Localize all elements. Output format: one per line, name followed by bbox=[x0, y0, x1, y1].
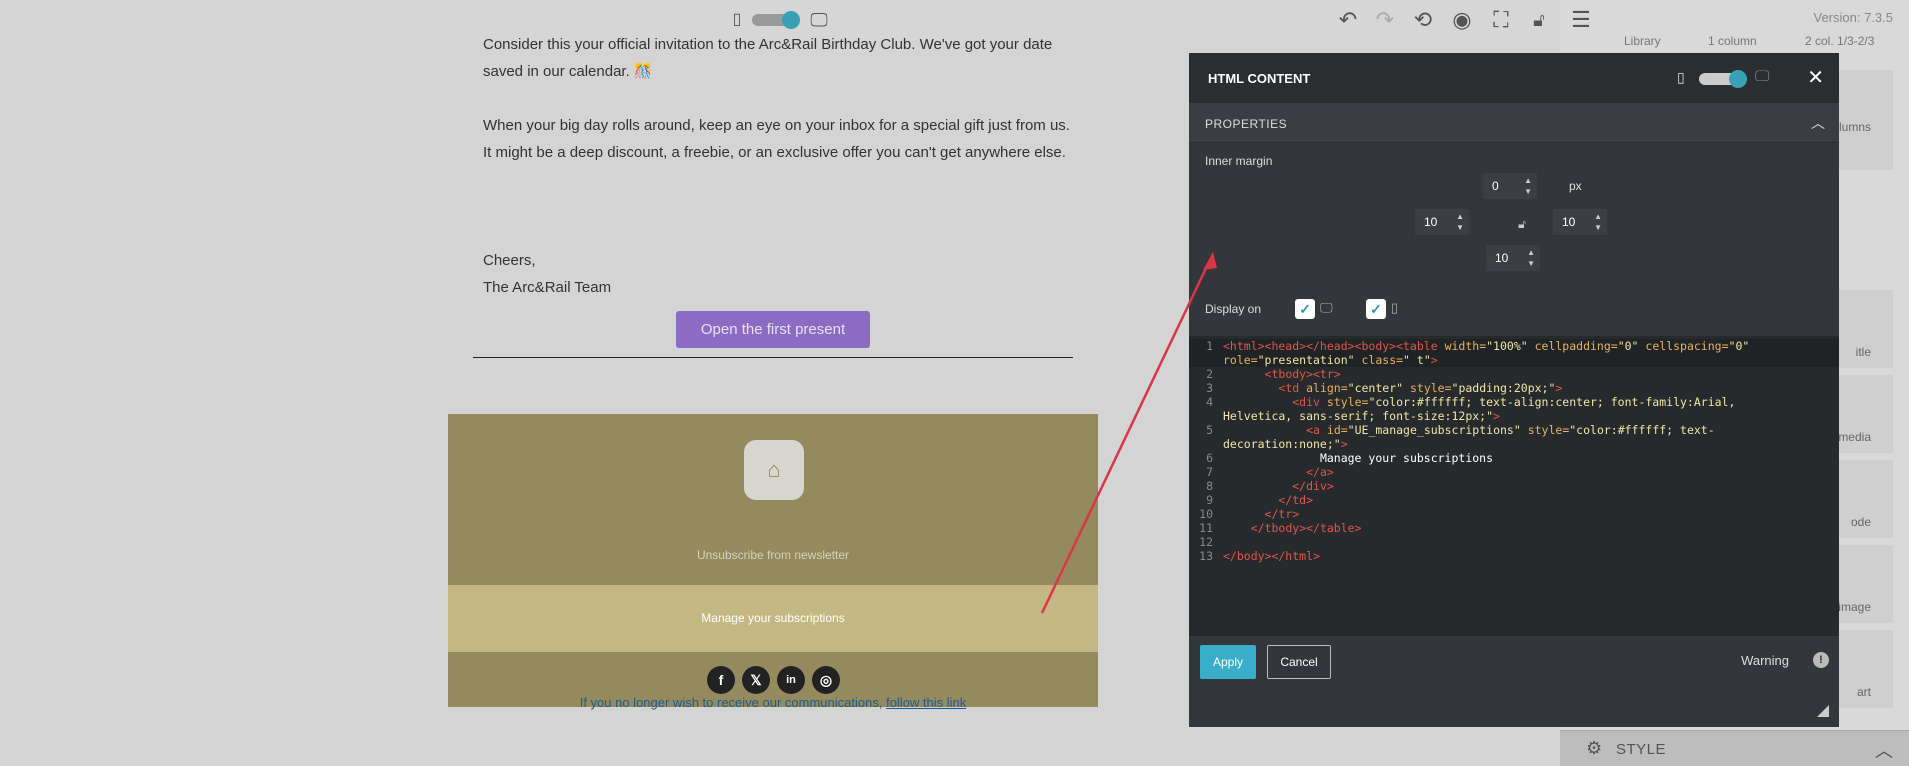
brand-logo-icon: ⌂ bbox=[744, 440, 804, 500]
chevron-up-icon[interactable]: ︿ bbox=[1811, 113, 1825, 133]
apply-button[interactable]: Apply bbox=[1200, 645, 1256, 679]
margin-right-input[interactable]: 10 ▲ ▼ bbox=[1553, 209, 1607, 235]
desktop-icon: 🖵 bbox=[1320, 300, 1333, 315]
version-label: Version: 7.3.5 bbox=[1813, 10, 1894, 25]
toggle-knob bbox=[1729, 70, 1747, 88]
cancel-button[interactable]: Cancel bbox=[1267, 645, 1331, 679]
manage-subscriptions-link[interactable]: Manage your subscriptions bbox=[448, 585, 1098, 652]
unit-label: px bbox=[1569, 179, 1582, 193]
manage-subscriptions-block[interactable]: Manage your subscriptions bbox=[448, 585, 1098, 652]
modal-header: HTML CONTENT ▯ 🖵 ✕ bbox=[1189, 53, 1839, 103]
line-number: 6 bbox=[1206, 451, 1213, 465]
modal-title: HTML CONTENT bbox=[1208, 71, 1311, 86]
modal-device-toggle[interactable] bbox=[1699, 69, 1747, 88]
warning-icon[interactable]: ! bbox=[1813, 652, 1829, 668]
line-number: 8 bbox=[1206, 479, 1213, 493]
tile-label: ode bbox=[1850, 515, 1871, 529]
history-icon[interactable]: ⟲ bbox=[1410, 0, 1436, 40]
tile-label: itle bbox=[1855, 345, 1871, 359]
properties-label: PROPERTIES bbox=[1205, 117, 1288, 131]
line-number: 5 bbox=[1206, 423, 1213, 437]
line-number: 1 bbox=[1206, 339, 1213, 353]
mobile-icon: ▯ bbox=[1391, 300, 1399, 315]
warning-label[interactable]: Warning bbox=[1741, 653, 1789, 668]
body-paragraph[interactable]: When your big day rolls around, keep an … bbox=[483, 112, 1073, 166]
line-number: 3 bbox=[1206, 381, 1213, 395]
desktop-checkbox[interactable]: ✓ bbox=[1295, 299, 1315, 319]
linkedin-icon[interactable]: in bbox=[777, 666, 805, 694]
tile-label: art bbox=[1856, 685, 1871, 699]
close-icon[interactable]: ✕ bbox=[1807, 65, 1824, 90]
stepper-icon[interactable]: ▲ ▼ bbox=[1456, 211, 1464, 233]
display-on-label: Display on bbox=[1205, 302, 1262, 316]
line-number: 9 bbox=[1206, 493, 1213, 507]
fullscreen-icon[interactable]: ⛶ bbox=[1488, 0, 1514, 40]
line-number: 7 bbox=[1206, 465, 1213, 479]
follow-link[interactable]: follow this link bbox=[886, 695, 966, 710]
facebook-icon[interactable]: f bbox=[707, 666, 735, 694]
team-signature[interactable]: The Arc&Rail Team bbox=[483, 274, 1073, 301]
toggle-knob bbox=[782, 11, 800, 29]
redo-icon[interactable]: ↷ bbox=[1372, 0, 1398, 40]
margin-bottom-value: 10 bbox=[1495, 251, 1509, 265]
instagram-icon[interactable]: ◎ bbox=[812, 666, 840, 694]
preview-icon[interactable]: ◉ bbox=[1448, 0, 1476, 40]
unsubscribe-text[interactable]: Unsubscribe from newsletter bbox=[448, 548, 1098, 562]
line-number: 4 bbox=[1206, 395, 1213, 409]
style-panel-bar[interactable]: ⚙ STYLE ︿ bbox=[1556, 730, 1909, 766]
resize-handle-icon[interactable] bbox=[1817, 705, 1829, 717]
email-footer[interactable]: ⌂ Unsubscribe from newsletter Manage you… bbox=[448, 414, 1098, 707]
line-number: 2 bbox=[1206, 367, 1213, 381]
tab-library[interactable]: Library bbox=[1624, 34, 1661, 48]
tile-label: lumns bbox=[1838, 120, 1871, 134]
margin-left-input[interactable]: 10 ▲ ▼ bbox=[1415, 209, 1469, 235]
code-line: 1 <html><head></head><body><table width=… bbox=[1189, 339, 1839, 367]
bottom-note: If you no longer wish to receive our com… bbox=[448, 695, 1098, 710]
inner-margin-label: Inner margin bbox=[1205, 154, 1273, 168]
undo-icon[interactable]: ↶ bbox=[1335, 0, 1361, 40]
gear-icon: ⚙ bbox=[1586, 738, 1603, 758]
margin-top-value: 0 bbox=[1492, 179, 1499, 193]
stepper-icon[interactable]: ▲ ▼ bbox=[1527, 247, 1535, 269]
chevron-up-icon[interactable]: ︿ bbox=[1875, 737, 1893, 763]
tab-one-column[interactable]: 1 column bbox=[1708, 34, 1757, 48]
signoff-text[interactable]: Cheers, bbox=[483, 247, 1073, 274]
style-label: STYLE bbox=[1616, 741, 1667, 758]
margin-top-input[interactable]: 0 ▲ ▼ bbox=[1483, 173, 1537, 199]
menu-icon[interactable]: ☰ bbox=[1568, 0, 1594, 40]
mobile-checkbox[interactable]: ✓ bbox=[1366, 299, 1386, 319]
code-editor[interactable]: 1 <html><head></head><body><table width=… bbox=[1189, 336, 1839, 636]
line-number: 11 bbox=[1199, 521, 1213, 535]
bottom-note-text: If you no longer wish to receive our com… bbox=[579, 695, 887, 710]
margin-left-value: 10 bbox=[1424, 215, 1438, 229]
lock-icon[interactable]: 🔓︎ bbox=[1526, 0, 1552, 40]
properties-section[interactable]: PROPERTIES ︿ bbox=[1189, 103, 1839, 143]
margin-bottom-input[interactable]: 10 ▲ ▼ bbox=[1486, 245, 1540, 271]
mobile-icon[interactable]: ▯ bbox=[1677, 69, 1685, 86]
margin-right-value: 10 bbox=[1562, 215, 1576, 229]
line-number: 13 bbox=[1199, 549, 1213, 563]
html-content-modal: HTML CONTENT ▯ 🖵 ✕ PROPERTIES ︿ Inner ma… bbox=[1189, 53, 1839, 727]
line-number: 10 bbox=[1199, 507, 1213, 521]
tab-two-col[interactable]: 2 col. 1/3-2/3 bbox=[1805, 34, 1874, 48]
desktop-icon[interactable]: 🖵 bbox=[1755, 68, 1769, 85]
divider bbox=[473, 357, 1073, 358]
unlock-icon[interactable]: 🔓︎ bbox=[1512, 214, 1532, 234]
device-toggle[interactable] bbox=[752, 10, 800, 29]
stepper-icon[interactable]: ▲ ▼ bbox=[1594, 211, 1602, 233]
x-icon[interactable]: 𝕏 bbox=[742, 666, 770, 694]
body-paragraph[interactable]: Consider this your official invitation t… bbox=[483, 31, 1073, 85]
line-number: 12 bbox=[1199, 535, 1213, 549]
cta-button[interactable]: Open the first present bbox=[676, 311, 870, 348]
stepper-icon[interactable]: ▲ ▼ bbox=[1524, 175, 1532, 197]
